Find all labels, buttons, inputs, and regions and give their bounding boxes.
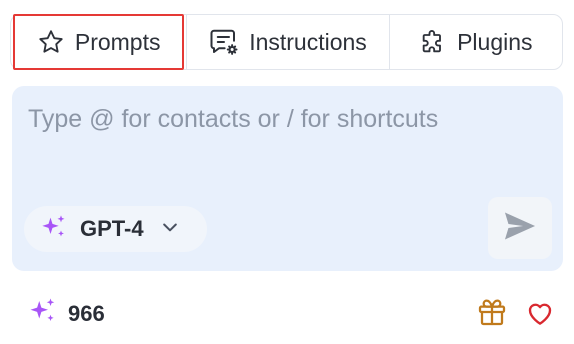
tab-prompts[interactable]: Prompts [11, 14, 186, 70]
gift-button[interactable] [476, 296, 508, 333]
composer-card: GPT-4 [12, 86, 563, 271]
message-settings-icon [209, 27, 239, 57]
star-icon [37, 28, 65, 56]
tab-instructions-label: Instructions [249, 28, 367, 55]
tab-bar: Prompts Instructions Plugins [10, 14, 563, 70]
favorite-button[interactable] [525, 298, 555, 333]
send-button[interactable] [488, 197, 552, 259]
tab-plugins-label: Plugins [457, 28, 533, 55]
send-icon [501, 207, 539, 250]
tab-prompts-label: Prompts [74, 28, 161, 55]
sparkles-icon [40, 213, 68, 246]
prompt-input[interactable] [28, 102, 548, 202]
model-selector[interactable]: GPT-4 [24, 206, 207, 252]
tab-instructions[interactable]: Instructions [186, 15, 388, 69]
tab-plugins[interactable]: Plugins [388, 15, 562, 69]
sparkles-icon [28, 296, 58, 331]
credits-count: 966 [68, 300, 105, 326]
gift-icon [476, 299, 508, 332]
chevron-down-icon [160, 217, 180, 242]
heart-icon [525, 303, 555, 332]
puzzle-icon [419, 28, 447, 56]
credits-indicator: 966 [28, 296, 105, 331]
model-name: GPT-4 [80, 216, 144, 241]
